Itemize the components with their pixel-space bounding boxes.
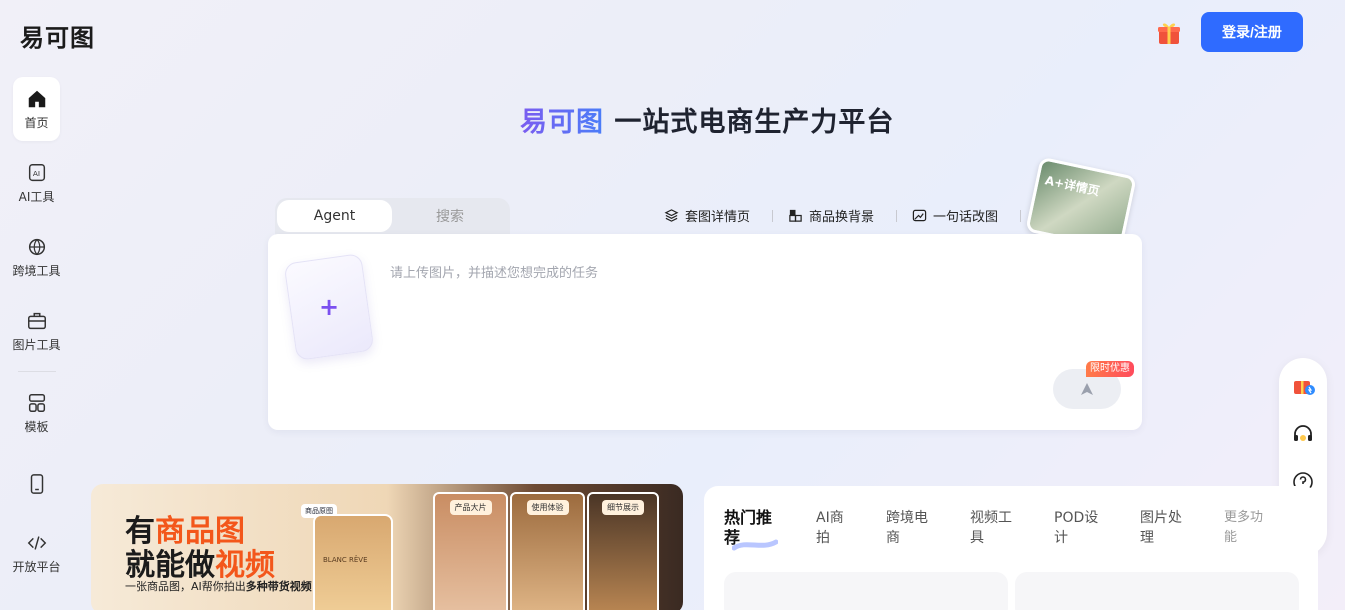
sidebar-item-label: 模板 xyxy=(24,420,49,434)
sidebar-item-templates[interactable]: 模板 xyxy=(13,392,60,435)
tab-image-processing[interactable]: 图片处理 xyxy=(1140,508,1184,548)
sidebar-item-home[interactable]: 首页 xyxy=(13,77,60,141)
tab-more-features[interactable]: 更多功能 xyxy=(1224,508,1268,548)
code-icon xyxy=(27,536,46,550)
quick-action-label: 套图详情页 xyxy=(685,210,751,225)
quick-action-separator xyxy=(772,210,773,222)
mobile-icon xyxy=(30,474,43,494)
banner-photo: 产品大片 xyxy=(433,492,508,610)
sidebar-item-label: 跨境工具 xyxy=(12,264,61,278)
banner-photo: 使用体验 xyxy=(510,492,585,610)
sidebar-item-mobile[interactable] xyxy=(13,473,60,495)
prompt-input[interactable]: 请上传图片，并描述您想完成的任务 xyxy=(390,262,598,281)
home-icon xyxy=(28,90,45,107)
perfume-bottle-image: BLANC RÊVE xyxy=(313,514,393,610)
tab-search[interactable]: 搜索 xyxy=(395,200,505,232)
banner-line-3: 一张商品图，AI帮你拍出多种带货视频 xyxy=(125,580,312,593)
feature-card[interactable] xyxy=(724,572,1008,610)
sidebar-item-image-tools[interactable]: 图片工具 xyxy=(12,310,61,353)
edit-image-icon xyxy=(912,209,927,222)
hero-brand: 易可图 xyxy=(520,107,604,138)
logo[interactable]: 易可图 xyxy=(20,18,95,53)
sidebar-item-label: 图片工具 xyxy=(12,338,61,352)
toolbox-icon xyxy=(27,312,46,330)
quick-action-separator xyxy=(896,210,897,222)
quick-action-separator xyxy=(1020,210,1021,222)
sidebar-item-open-platform[interactable]: 开放平台 xyxy=(12,532,61,575)
limited-offer-badge: 限时优惠 xyxy=(1086,361,1134,377)
quick-action-change-background[interactable]: 商品换背景 xyxy=(788,206,874,225)
plus-icon: + xyxy=(318,293,340,322)
login-register-button[interactable]: 登录/注册 xyxy=(1201,12,1303,52)
promo-banner[interactable]: 有商品图 就能做视频 一张商品图，AI帮你拍出多种带货视频 商品原图 BLANC… xyxy=(91,484,683,610)
tab-pod-design[interactable]: POD设计 xyxy=(1054,508,1102,548)
hero-slogan: 一站式电商生产力平台 xyxy=(614,107,895,138)
ai-icon: AI xyxy=(28,164,45,182)
underline-swoosh-icon xyxy=(732,539,778,551)
sidebar-item-label: 开放平台 xyxy=(12,560,61,574)
gift-icon[interactable] xyxy=(1156,20,1182,46)
quick-action-detail-page[interactable]: 套图详情页 xyxy=(664,206,750,225)
sidebar-item-label: 首页 xyxy=(24,115,49,130)
page-title: 易可图 一站式电商生产力平台 xyxy=(520,100,894,139)
a-plus-card-label: A+详情页 xyxy=(1043,173,1101,199)
feature-card[interactable] xyxy=(1015,572,1299,610)
tab-agent[interactable]: Agent xyxy=(277,200,392,232)
sidebar-item-cross-border[interactable]: 跨境工具 xyxy=(12,236,61,279)
mode-tabs: Agent 搜索 xyxy=(275,198,510,236)
headset-icon[interactable] xyxy=(1291,422,1315,446)
send-arrow-icon xyxy=(1081,383,1093,395)
globe-icon xyxy=(28,238,45,256)
upload-image-button[interactable]: + xyxy=(283,253,375,361)
quick-action-label: 一句话改图 xyxy=(933,210,999,225)
swap-bg-icon xyxy=(789,209,802,222)
svg-text:AI: AI xyxy=(32,169,39,178)
gift-icon[interactable] xyxy=(1291,372,1315,396)
layers-icon xyxy=(664,209,679,222)
quick-action-label: 商品换背景 xyxy=(809,210,875,225)
sidebar-item-label: AI工具 xyxy=(18,190,55,204)
banner-photo: 细节展示 xyxy=(587,492,659,610)
sidebar-divider xyxy=(18,371,56,372)
tab-video-tools[interactable]: 视频工具 xyxy=(970,508,1014,548)
tab-cross-border[interactable]: 跨境电商 xyxy=(886,508,930,548)
template-icon xyxy=(28,394,45,412)
sidebar-item-ai-tools[interactable]: AI AI工具 xyxy=(13,162,60,205)
tab-ai-photo[interactable]: AI商拍 xyxy=(816,508,848,548)
quick-action-edit-image[interactable]: 一句话改图 xyxy=(912,206,998,225)
